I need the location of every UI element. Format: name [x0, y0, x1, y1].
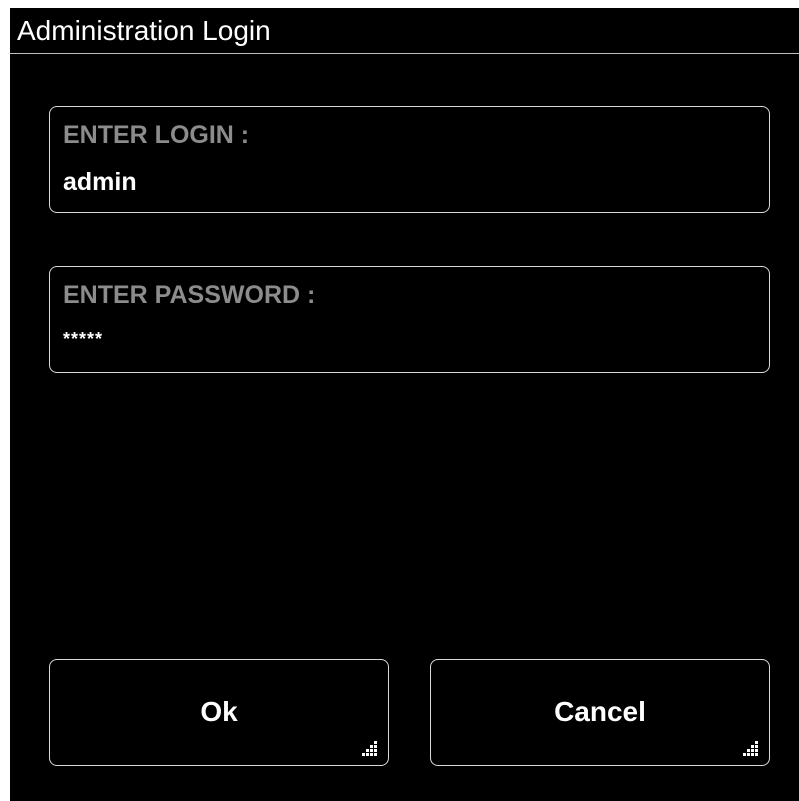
login-field[interactable]: ENTER LOGIN : admin — [49, 106, 770, 213]
password-field[interactable]: ENTER PASSWORD : ***** — [49, 266, 770, 373]
ok-button-label: Ok — [200, 696, 238, 727]
cancel-button-label: Cancel — [554, 696, 646, 727]
password-label: ENTER PASSWORD : — [63, 281, 316, 309]
resize-grip-icon — [743, 741, 758, 756]
password-value[interactable]: ***** — [63, 325, 103, 353]
login-value[interactable]: admin — [63, 168, 137, 196]
title-bar: Administration Login — [10, 8, 799, 54]
cancel-button[interactable]: Cancel — [430, 659, 770, 766]
dialog-title: Administration Login — [17, 15, 271, 46]
resize-grip-icon — [362, 741, 377, 756]
login-dialog: Administration Login ENTER LOGIN : admin… — [10, 8, 799, 801]
login-label: ENTER LOGIN : — [63, 121, 250, 149]
ok-button[interactable]: Ok — [49, 659, 389, 766]
